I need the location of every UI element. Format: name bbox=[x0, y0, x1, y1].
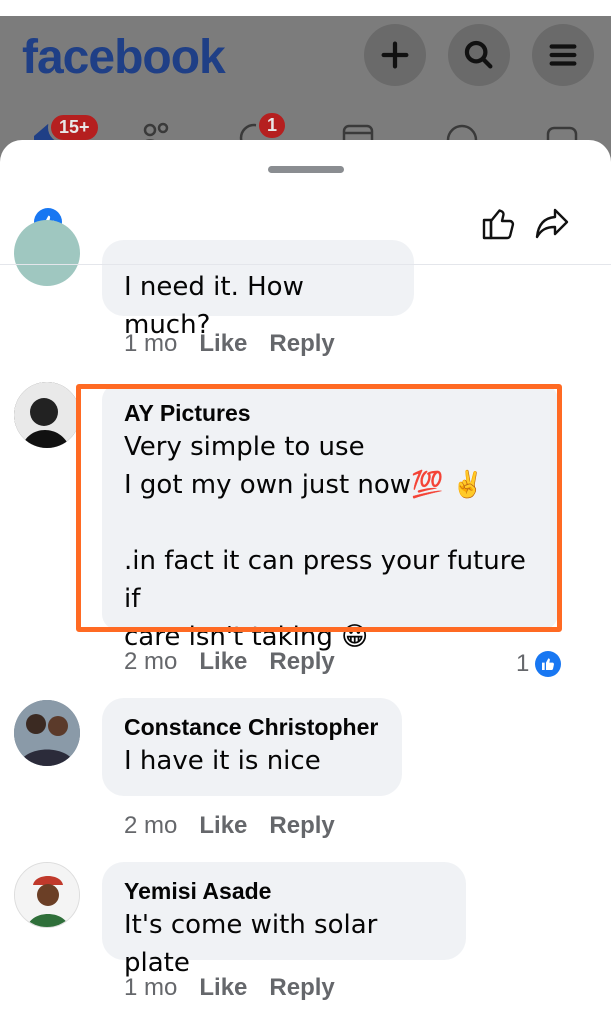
groups-badge: 1 bbox=[256, 110, 289, 141]
avatar[interactable] bbox=[14, 382, 80, 448]
comment-actions: 2 mo Like Reply bbox=[124, 812, 335, 840]
status-bar bbox=[0, 0, 611, 16]
menu-button[interactable] bbox=[532, 24, 594, 86]
comment-actions: 1 mo Like Reply bbox=[124, 974, 335, 1002]
comment-reaction-count[interactable]: 1 bbox=[516, 650, 562, 678]
comment-author[interactable]: Constance Christopher bbox=[124, 712, 380, 742]
sheet-drag-handle[interactable] bbox=[268, 166, 344, 173]
like-button[interactable]: Like bbox=[199, 648, 247, 676]
comment-actions: 2 mo Like Reply bbox=[124, 648, 335, 676]
reaction-count: 1 bbox=[516, 650, 530, 677]
facebook-logo[interactable]: facebook bbox=[22, 30, 226, 85]
avatar-photo bbox=[14, 382, 80, 448]
plus-icon bbox=[381, 41, 409, 69]
comment-time: 1 mo bbox=[124, 330, 178, 357]
like-button[interactable]: Like bbox=[199, 974, 247, 1002]
avatar-photo bbox=[14, 700, 80, 766]
comment-bubble: Constance Christopher I have it is nice bbox=[102, 698, 402, 796]
reply-button[interactable]: Reply bbox=[269, 648, 334, 676]
comment-bubble: Yemisi Asade It's come with solar plate bbox=[102, 862, 466, 978]
home-notification-badge: 15+ bbox=[48, 112, 101, 143]
comment-author[interactable]: Yemisi Asade bbox=[124, 876, 444, 906]
highlight-box bbox=[76, 384, 562, 632]
menu-icon bbox=[549, 44, 577, 66]
comment-bubble: I need it. How much? bbox=[102, 240, 414, 340]
search-button[interactable] bbox=[448, 24, 510, 86]
comment-text: It's come with solar plate bbox=[124, 910, 378, 978]
comments-sheet: I need it. How much? 1 mo Like Reply AY … bbox=[0, 140, 611, 1024]
like-button[interactable]: Like bbox=[199, 812, 247, 840]
comment-time: 2 mo bbox=[124, 812, 178, 839]
like-button[interactable]: Like bbox=[199, 330, 247, 358]
comment-time: 1 mo bbox=[124, 974, 178, 1001]
comment-actions: 1 mo Like Reply bbox=[124, 330, 335, 358]
comment-time: 2 mo bbox=[124, 648, 178, 675]
like-post-icon[interactable] bbox=[480, 204, 518, 242]
avatar-photo bbox=[15, 863, 79, 927]
create-button[interactable] bbox=[364, 24, 426, 86]
sheet-header-divider-overlay bbox=[0, 264, 611, 265]
avatar[interactable] bbox=[14, 862, 80, 928]
reply-button[interactable]: Reply bbox=[269, 974, 334, 1002]
share-icon[interactable] bbox=[534, 206, 570, 240]
thumbs-up-icon bbox=[535, 651, 562, 677]
avatar[interactable] bbox=[14, 220, 80, 286]
avatar[interactable] bbox=[14, 700, 80, 766]
reply-button[interactable]: Reply bbox=[269, 330, 334, 358]
comment-text: I have it is nice bbox=[124, 746, 321, 776]
search-icon bbox=[464, 40, 493, 69]
reply-button[interactable]: Reply bbox=[269, 812, 334, 840]
